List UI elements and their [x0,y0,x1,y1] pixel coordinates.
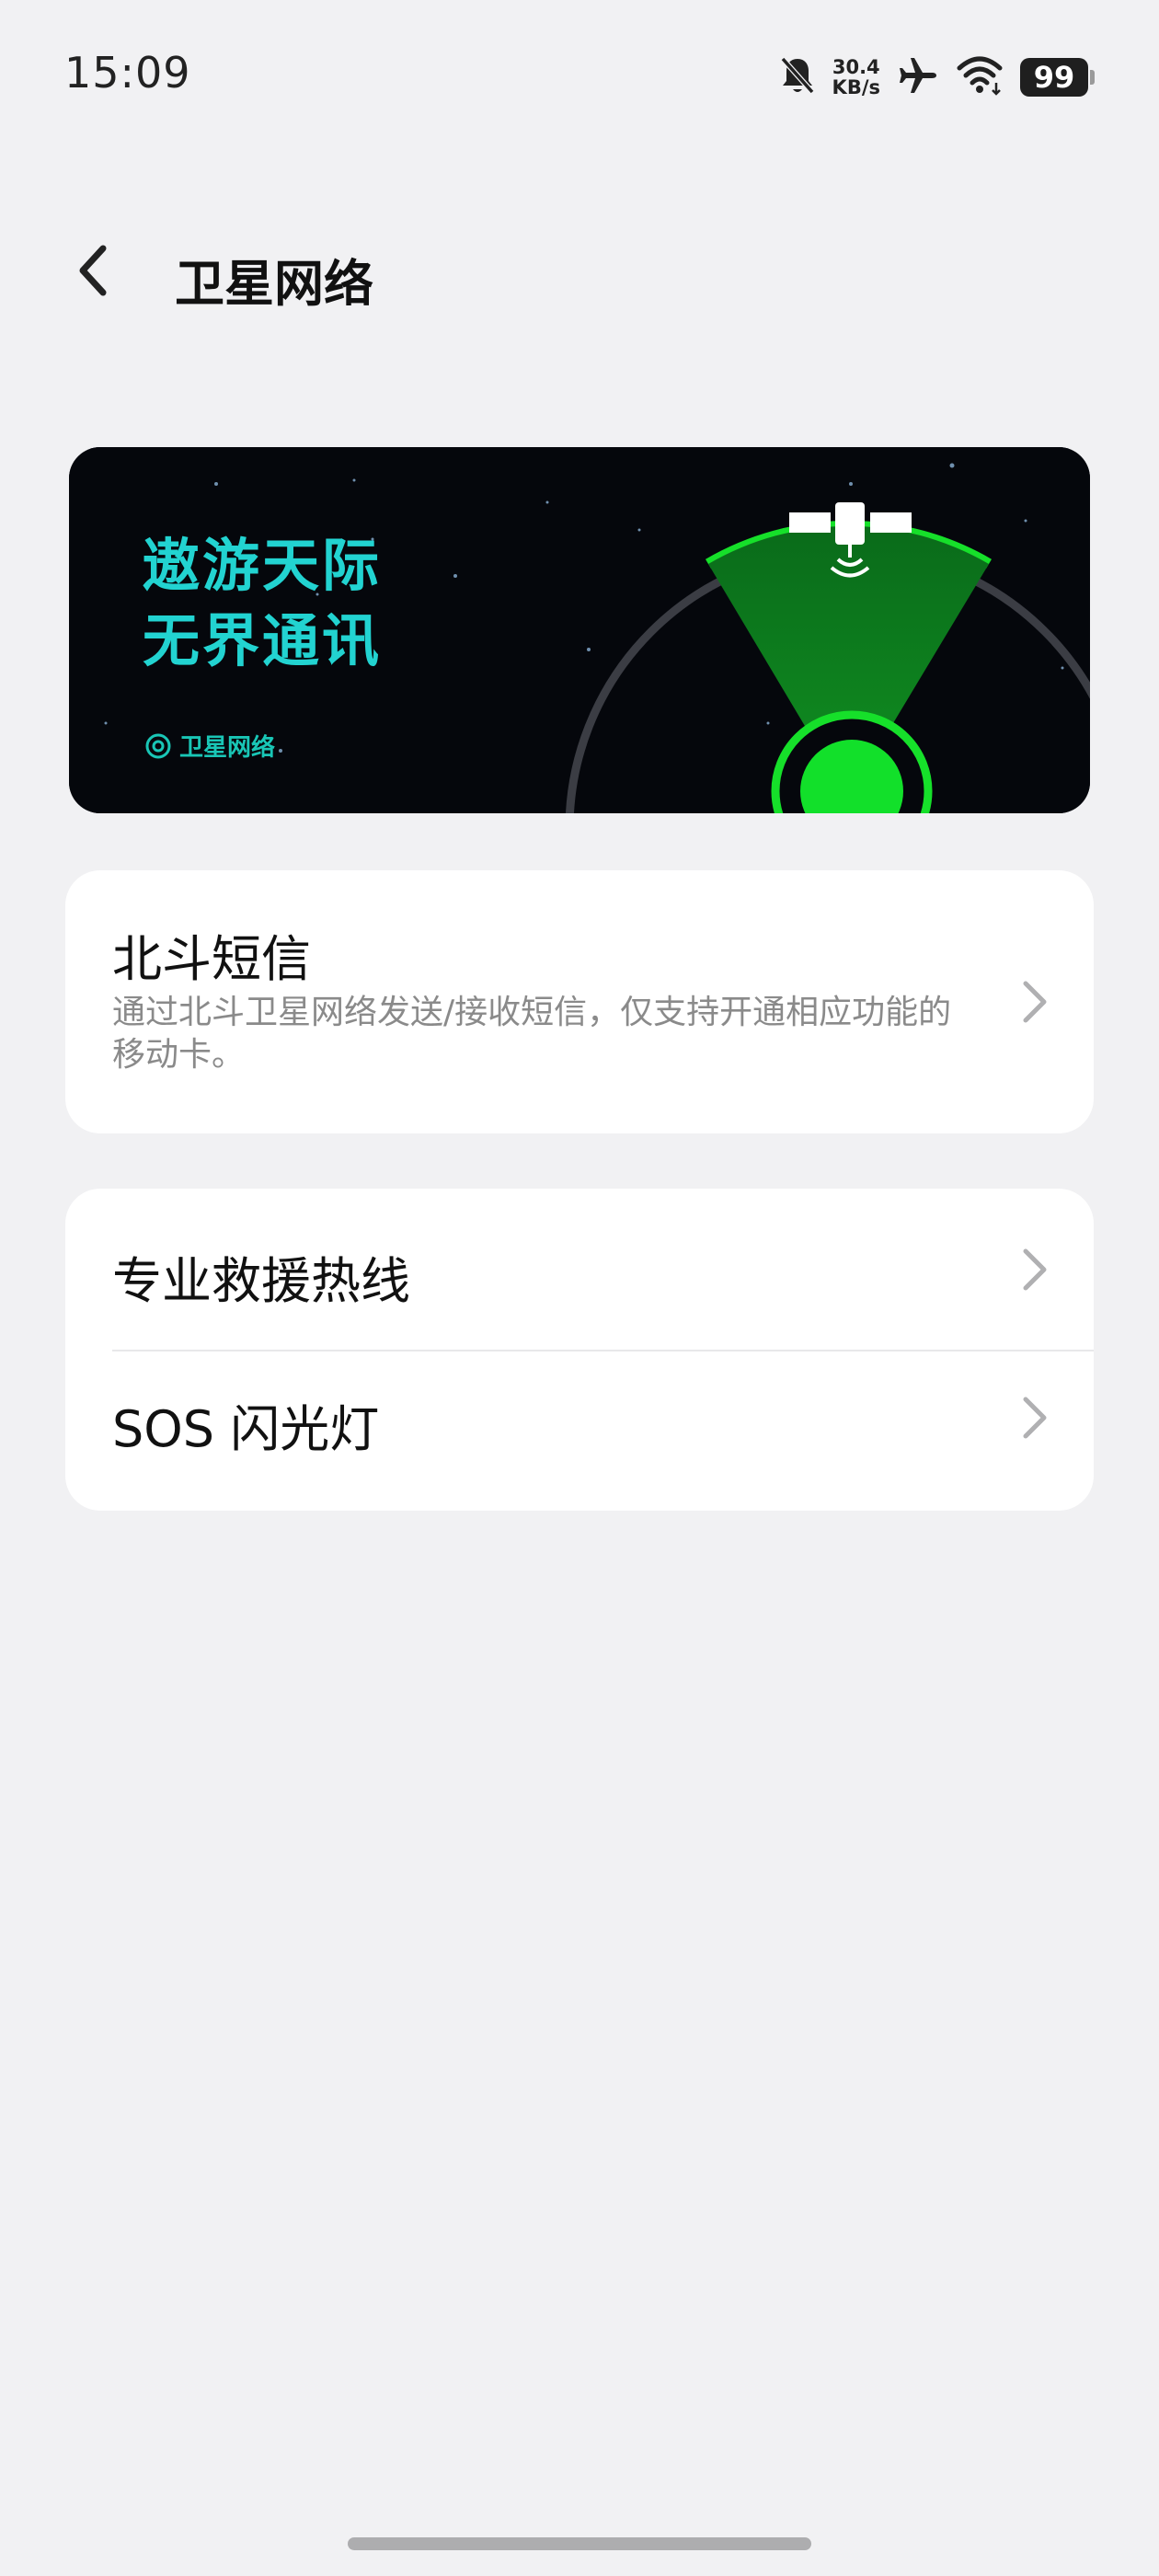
beidou-sms-row[interactable]: 北斗短信 通过北斗卫星网络发送/接收短信，仅支持开通相应功能的移动卡。 [65,870,1094,1133]
chevron-left-icon [75,243,112,302]
sos-flashlight-row[interactable]: SOS 闪光灯 [65,1351,1094,1511]
chevron-right-icon [1016,1244,1053,1295]
bell-off-icon [779,55,816,99]
page-title: 卫星网络 [175,255,373,313]
home-indicator[interactable] [348,2537,811,2550]
back-button[interactable] [59,237,129,307]
net-speed-value: 30.4 [832,56,880,78]
chevron-right-icon [1016,1392,1053,1443]
battery-icon: 99 [1020,58,1095,97]
status-time: 15:09 [64,48,191,98]
banner-brand-label: 卫星网络 [179,734,276,762]
screen: 15:09 30.4 KB/s 99 卫星网络 遨游天际 无界通讯 卫星网络 北… [0,0,1159,2576]
rescue-hotline-row[interactable]: 专业救援热线 [65,1189,1094,1350]
status-bar: 15:09 30.4 KB/s 99 [0,0,1159,156]
net-speed: 30.4 KB/s [832,57,880,98]
header: 卫星网络 [0,221,1159,322]
chevron-right-icon [1016,976,1053,1028]
battery-level: 99 [1020,58,1088,97]
beidou-sms-title: 北斗短信 [112,930,311,988]
banner-slogan-line1: 遨游天际 [143,532,383,599]
satellite-banner[interactable]: 遨游天际 无界通讯 卫星网络 [69,447,1090,813]
wifi-icon [956,55,1004,99]
sos-flashlight-title: SOS 闪光灯 [112,1400,380,1458]
status-icons: 30.4 KB/s 99 [779,53,1095,101]
net-speed-unit: KB/s [832,76,880,98]
banner-slogan-line2: 无界通讯 [143,607,383,674]
battery-cap [1090,70,1095,85]
rescue-hotline-title: 专业救援热线 [112,1252,410,1310]
beidou-card: 北斗短信 通过北斗卫星网络发送/接收短信，仅支持开通相应功能的移动卡。 [65,870,1094,1133]
emergency-card: 专业救援热线 SOS 闪光灯 [65,1189,1094,1511]
beidou-sms-description: 通过北斗卫星网络发送/接收短信，仅支持开通相应功能的移动卡。 [112,994,952,1074]
banner-brand: 卫星网络 [144,729,275,763]
target-icon [144,732,172,760]
airplane-icon [897,54,939,100]
